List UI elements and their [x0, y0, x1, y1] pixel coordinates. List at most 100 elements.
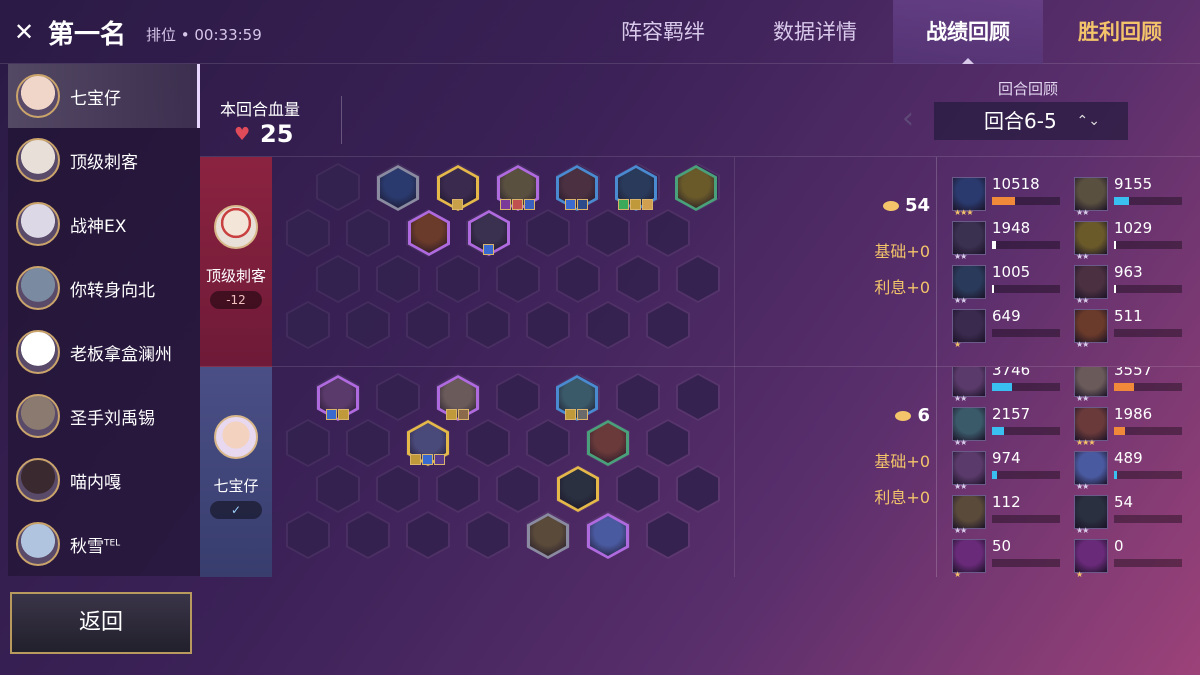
player-name: 老板拿盒澜州 — [70, 344, 172, 365]
crossed-swords-icon: ✕ — [13, 18, 35, 46]
star-rating: ★★ — [954, 394, 967, 403]
damage-stat[interactable]: ★★ 1948 — [952, 219, 1072, 261]
board-hex — [346, 511, 390, 559]
damage-bar — [1114, 285, 1182, 293]
damage-stat[interactable]: ★★ 511 — [1074, 307, 1194, 349]
player-item[interactable]: 顶级刺客 — [8, 128, 200, 192]
damage-value: 489 — [1114, 449, 1143, 467]
champion-portrait — [952, 367, 986, 397]
damage-bar — [1114, 383, 1182, 391]
item-icon[interactable] — [458, 409, 469, 420]
damage-stat[interactable]: ★★ 489 — [1074, 449, 1194, 491]
item-icon[interactable] — [565, 199, 576, 210]
damage-bar-fill — [1114, 471, 1117, 479]
self-board — [272, 367, 734, 577]
damage-bar — [992, 285, 1060, 293]
damage-stat[interactable]: ★★ 2157 — [952, 405, 1072, 447]
board-hex — [436, 255, 480, 303]
self-strip[interactable]: 七宝仔 ✓ — [200, 367, 272, 577]
board-hex — [346, 209, 390, 257]
damage-stat[interactable]: ★★ 963 — [1074, 263, 1194, 305]
damage-stat[interactable]: ★★★ 10518 — [952, 175, 1072, 217]
damage-stat[interactable]: ★ 649 — [952, 307, 1072, 349]
board-hex — [406, 511, 450, 559]
player-item[interactable]: 圣手刘禹锡 — [8, 384, 200, 448]
player-item[interactable]: 七宝仔 — [8, 64, 200, 128]
avatar — [16, 458, 60, 502]
damage-bar — [1114, 427, 1182, 435]
board-hex — [616, 255, 660, 303]
player-item[interactable]: 老板拿盒澜州 — [8, 320, 200, 384]
item-icon[interactable] — [422, 454, 433, 465]
damage-stat[interactable]: ★★ 112 — [952, 493, 1072, 535]
damage-bar-fill — [1114, 383, 1135, 391]
damage-stat[interactable]: ★★ 1005 — [952, 263, 1072, 305]
item-icon[interactable] — [410, 454, 421, 465]
avatar — [214, 205, 258, 249]
board-hex — [676, 255, 720, 303]
damage-stat[interactable]: ★ 50 — [952, 537, 1072, 577]
round-selector[interactable]: 回合6-5 ⌃⌄ — [934, 102, 1128, 140]
tab-comp-traits[interactable]: 阵容羁绊 — [598, 0, 728, 64]
damage-stat[interactable]: ★★ 974 — [952, 449, 1072, 491]
avatar — [16, 266, 60, 310]
chevron-left-icon[interactable]: ‹ — [902, 104, 914, 134]
star-rating: ★★ — [1076, 526, 1089, 535]
item-icon[interactable] — [524, 199, 535, 210]
gold-amount: 54 — [820, 195, 930, 216]
tab-match-review[interactable]: 战绩回顾 — [893, 0, 1043, 64]
player-list: 七宝仔 顶级刺客 战神EX 你转身向北老板拿盒澜州圣手刘禹锡 喵内嘎 秋雪TEL — [8, 64, 200, 576]
item-icon[interactable] — [446, 409, 457, 420]
damage-stat[interactable]: ★★ 3746 — [952, 367, 1072, 403]
champion-portrait — [1074, 221, 1108, 255]
damage-stat[interactable]: ★★ 54 — [1074, 493, 1194, 535]
item-icon[interactable] — [618, 199, 629, 210]
damage-bar — [992, 329, 1060, 337]
item-icon[interactable] — [452, 199, 463, 210]
avatar — [16, 394, 60, 438]
tab-data-details[interactable]: 数据详情 — [750, 0, 880, 64]
coin-icon — [882, 201, 899, 211]
item-icon[interactable] — [483, 244, 494, 255]
item-icon[interactable] — [500, 199, 511, 210]
board-hex — [616, 373, 660, 421]
star-rating: ★ — [954, 340, 961, 349]
player-item[interactable]: 你转身向北 — [8, 256, 200, 320]
heart-icon: ♥ — [234, 124, 251, 145]
opponent-strip[interactable]: 顶级刺客 -12 — [200, 157, 272, 367]
back-button[interactable]: 返回 — [10, 592, 192, 654]
tab-victory-review[interactable]: 胜利回顾 — [1050, 0, 1190, 64]
champion-portrait — [952, 407, 986, 441]
board-hex — [526, 301, 570, 349]
player-item[interactable]: 喵内嘎 — [8, 448, 200, 512]
board-hex — [406, 301, 450, 349]
item-icon[interactable] — [326, 409, 337, 420]
damage-stat[interactable]: ★★ 9155 — [1074, 175, 1194, 217]
player-item[interactable]: 秋雪TEL — [8, 512, 200, 576]
champion-unit[interactable] — [587, 420, 629, 466]
item-icon[interactable] — [565, 409, 576, 420]
damage-bar — [992, 559, 1060, 567]
damage-value: 9155 — [1114, 175, 1153, 193]
damage-bar-fill — [992, 471, 998, 479]
damage-stat[interactable]: ★★ 1029 — [1074, 219, 1194, 261]
item-icon[interactable] — [338, 409, 349, 420]
star-rating: ★★ — [954, 296, 967, 305]
star-rating: ★★ — [1076, 208, 1089, 217]
player-item[interactable]: 战神EX — [8, 192, 200, 256]
board-hex — [496, 465, 540, 513]
item-icon[interactable] — [577, 409, 588, 420]
item-icon[interactable] — [577, 199, 588, 210]
damage-stat[interactable]: ★★ 3557 — [1074, 367, 1194, 403]
damage-bar-fill — [992, 285, 995, 293]
item-icon[interactable] — [630, 199, 641, 210]
damage-stat[interactable]: ★★★ 1986 — [1074, 405, 1194, 447]
opponent-board — [272, 157, 734, 367]
champion-portrait — [1074, 451, 1108, 485]
item-icon[interactable] — [434, 454, 445, 465]
damage-bar-fill — [992, 197, 1016, 205]
item-icon[interactable] — [512, 199, 523, 210]
item-icon[interactable] — [642, 199, 653, 210]
damage-stat[interactable]: ★ 0 — [1074, 537, 1194, 577]
champion-unit[interactable] — [557, 466, 599, 512]
